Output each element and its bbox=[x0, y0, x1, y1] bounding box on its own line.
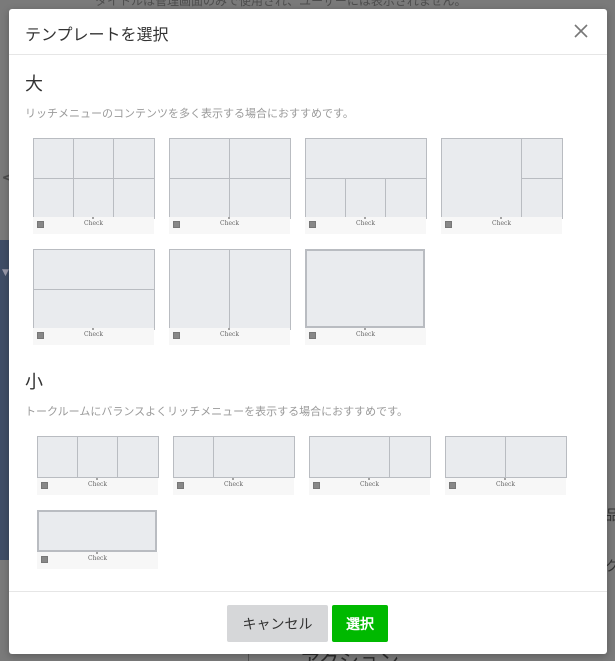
template-check-label: Check bbox=[359, 481, 379, 488]
dot-icon bbox=[368, 478, 370, 480]
modal-title: テンプレートを選択 bbox=[25, 25, 169, 44]
template-preview bbox=[441, 138, 563, 219]
background-sidebar-strip bbox=[0, 240, 9, 560]
small-section-description: トークルームにバランスよくリッチメニューを表示する場合におすすめです。 bbox=[25, 405, 409, 418]
template-large-6-grid[interactable]: Check bbox=[33, 138, 155, 234]
template-check-label: Check bbox=[83, 331, 103, 338]
template-footer: Check bbox=[37, 552, 158, 569]
template-check-label: Check bbox=[355, 220, 375, 227]
dot-icon bbox=[364, 328, 366, 330]
close-icon bbox=[574, 24, 588, 38]
modal-body: 大 リッチメニューのコンテンツを多く表示する場合におすすめです。 Check C… bbox=[9, 55, 607, 591]
dot-icon bbox=[504, 478, 506, 480]
select-button[interactable]: 選択 bbox=[332, 605, 388, 642]
template-check-label: Check bbox=[355, 331, 375, 338]
template-large-single[interactable]: Check bbox=[305, 249, 426, 345]
template-check-label: Check bbox=[87, 555, 107, 562]
template-large-1-left-2-right[interactable]: Check bbox=[441, 138, 563, 234]
template-small-3-columns[interactable]: Check bbox=[37, 436, 159, 495]
template-footer: Check bbox=[305, 328, 426, 345]
dot-icon bbox=[500, 217, 502, 219]
dot-icon bbox=[96, 552, 98, 554]
template-check-label: Check bbox=[495, 481, 515, 488]
template-large-1-top-3-bottom[interactable]: Check bbox=[305, 138, 427, 234]
template-footer: Check bbox=[445, 478, 566, 495]
template-preview bbox=[169, 138, 291, 219]
template-footer: Check bbox=[173, 478, 294, 495]
template-preview bbox=[445, 436, 567, 478]
template-preview bbox=[33, 138, 155, 219]
modal-footer: キャンセル 選択 bbox=[9, 591, 607, 654]
dot-icon bbox=[92, 328, 94, 330]
template-check-label: Check bbox=[219, 220, 239, 227]
template-footer: Check bbox=[169, 217, 290, 234]
template-preview bbox=[33, 249, 155, 330]
template-check-label: Check bbox=[87, 481, 107, 488]
template-preview bbox=[305, 249, 425, 328]
template-footer: Check bbox=[33, 217, 154, 234]
template-small-narrow-left[interactable]: Check bbox=[173, 436, 295, 495]
template-small-2-columns[interactable]: Check bbox=[445, 436, 567, 495]
template-preview bbox=[37, 510, 157, 552]
template-small-single[interactable]: Check bbox=[37, 510, 158, 569]
background-hint-text: タイトルは管理画面のみで使用され、ユーザーには表示されません。 bbox=[95, 0, 467, 8]
template-preview bbox=[37, 436, 159, 478]
template-preview bbox=[173, 436, 295, 478]
template-large-2-rows[interactable]: Check bbox=[33, 249, 155, 345]
template-large-2-columns[interactable]: Check bbox=[169, 249, 291, 345]
template-footer: Check bbox=[309, 478, 430, 495]
close-button[interactable] bbox=[571, 21, 591, 41]
template-preview bbox=[305, 138, 427, 219]
template-check-label: Check bbox=[83, 220, 103, 227]
template-footer: Check bbox=[169, 328, 290, 345]
template-footer: Check bbox=[305, 217, 426, 234]
dot-icon bbox=[228, 328, 230, 330]
modal-header: テンプレートを選択 bbox=[9, 9, 607, 55]
template-preview bbox=[169, 249, 291, 330]
dot-icon bbox=[364, 217, 366, 219]
small-section-title: 小 bbox=[25, 372, 43, 393]
template-footer: Check bbox=[33, 328, 154, 345]
template-check-label: Check bbox=[491, 220, 511, 227]
large-section-title: 大 bbox=[25, 74, 43, 95]
cancel-button[interactable]: キャンセル bbox=[227, 605, 328, 642]
template-preview bbox=[309, 436, 431, 478]
template-check-label: Check bbox=[219, 331, 239, 338]
dot-icon bbox=[232, 478, 234, 480]
large-section-description: リッチメニューのコンテンツを多く表示する場合におすすめです。 bbox=[25, 107, 354, 120]
caret-down-icon: ▼ bbox=[2, 268, 9, 278]
template-footer: Check bbox=[37, 478, 158, 495]
template-check-label: Check bbox=[223, 481, 243, 488]
template-footer: Check bbox=[441, 217, 562, 234]
template-select-modal: テンプレートを選択 大 リッチメニューのコンテンツを多く表示する場合におすすめで… bbox=[9, 9, 607, 654]
dot-icon bbox=[96, 478, 98, 480]
dot-icon bbox=[228, 217, 230, 219]
dot-icon bbox=[92, 217, 94, 219]
template-large-4-grid[interactable]: Check bbox=[169, 138, 291, 234]
template-small-narrow-right[interactable]: Check bbox=[309, 436, 431, 495]
